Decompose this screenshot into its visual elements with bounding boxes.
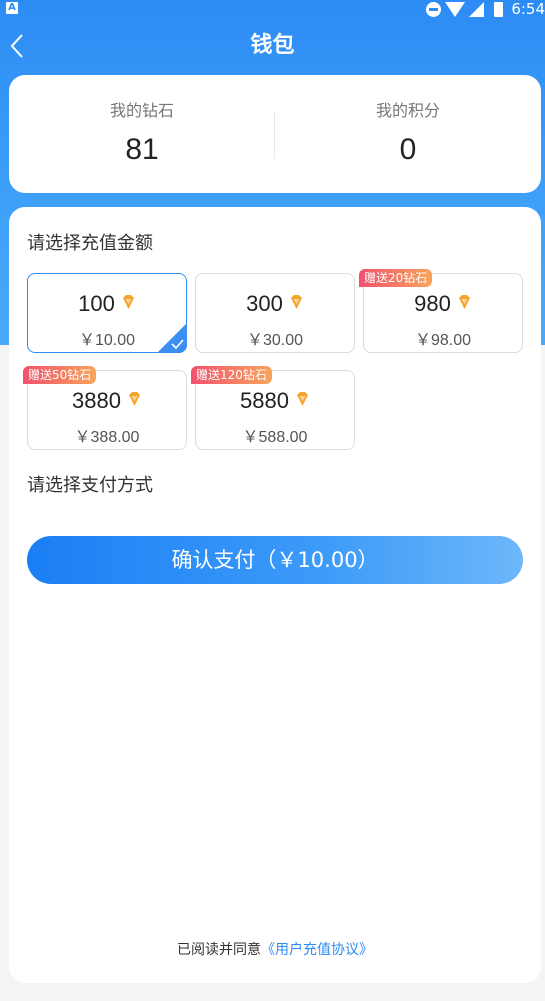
recharge-card: 请选择充值金额 100 ￥10.00 300 ￥30.00 赠送20钻石 980 ￥98.0… (9, 207, 541, 983)
package-amount: 980 (414, 291, 451, 317)
battery-icon (494, 1, 504, 17)
payment-section-title: 请选择支付方式 (27, 475, 153, 496)
package-price: ￥98.00 (414, 332, 472, 349)
diamond-balance: 我的钻石 81 (9, 75, 275, 193)
amount-section-title: 请选择充值金额 (27, 233, 153, 254)
diamond-icon (121, 290, 136, 309)
points-balance: 我的积分 0 (275, 75, 541, 193)
status-bar: A 6:54 (0, 0, 545, 18)
bonus-badge: 赠送50钻石 (23, 366, 97, 384)
package-price: ￥388.00 (74, 429, 140, 446)
balance-card: 我的钻石 81 我的积分 0 (9, 75, 541, 193)
package-amount-row: 3880 (28, 387, 186, 414)
points-balance-value: 0 (399, 133, 417, 166)
diamond-icon (289, 290, 304, 309)
agreement-prefix: 已阅读并同意 (177, 942, 261, 958)
package-amount-row: 5880 (196, 387, 354, 414)
diamond-icon (457, 290, 472, 309)
diamond-balance-label: 我的钻石 (109, 101, 174, 120)
nav-bar: 钱包 (0, 22, 545, 70)
package-option[interactable]: 赠送20钻石 980 ￥98.00 (359, 269, 523, 353)
package-amount: 5880 (240, 388, 289, 414)
signal-icon (469, 1, 485, 17)
package-amount: 300 (246, 291, 283, 317)
package-amount-row: 300 (196, 290, 354, 317)
package-amount: 100 (78, 291, 115, 317)
points-balance-label: 我的积分 (375, 101, 440, 120)
bonus-badge: 赠送20钻石 (359, 269, 433, 287)
package-amount-row: 100 (28, 290, 186, 317)
bonus-badge: 赠送120钻石 (191, 366, 272, 384)
package-option[interactable]: 300 ￥30.00 (195, 273, 355, 353)
package-amount-row: 980 (364, 290, 522, 317)
wifi-icon (445, 1, 466, 17)
app-notification-icon: A (6, 2, 18, 14)
diamond-balance-value: 81 (125, 133, 159, 166)
agreement-text: 已阅读并同意《用户充值协议》 (9, 939, 541, 959)
status-time: 6:54 (511, 0, 545, 18)
confirm-pay-button[interactable]: 确认支付（￥10.00） (27, 536, 523, 584)
package-option[interactable]: 赠送120钻石 5880 ￥588.00 (191, 366, 355, 450)
do-not-disturb-icon (426, 1, 442, 17)
recharge-agreement-link[interactable]: 《用户充值协议》 (261, 942, 373, 958)
diamond-icon (127, 387, 142, 406)
package-price: ￥30.00 (246, 332, 304, 349)
selected-check-icon (157, 323, 187, 353)
diamond-icon (295, 387, 310, 406)
package-option[interactable]: 100 ￥10.00 (27, 273, 187, 353)
package-option[interactable]: 赠送50钻石 3880 ￥388.00 (23, 366, 187, 450)
page-title: 钱包 (250, 33, 295, 58)
package-price: ￥588.00 (242, 429, 308, 446)
package-amount: 3880 (72, 388, 121, 414)
